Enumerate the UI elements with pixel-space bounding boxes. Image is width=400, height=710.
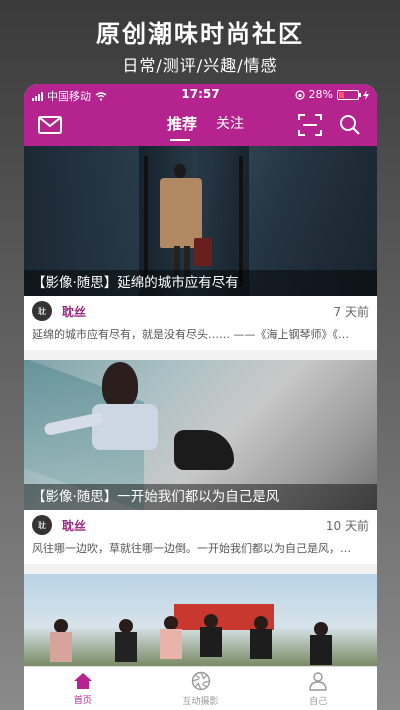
tab-recommend[interactable]: 推荐: [167, 113, 197, 134]
nav-home[interactable]: 首页: [24, 667, 142, 710]
nav-interactive-photography-label: 互动摄影: [182, 696, 219, 707]
tab-following[interactable]: 关注: [216, 113, 244, 133]
battery-percent: 28%: [308, 88, 333, 101]
post-image: 【影像·随思】一开始我们都以为自己是风: [24, 360, 377, 510]
scan-icon[interactable]: [296, 112, 324, 138]
post-meta: 耽 耽丝 10 天前: [24, 510, 377, 540]
post-excerpt: 延绵的城市应有尽有，就是没有尽头…… ——《海上钢琴师》《…: [32, 328, 349, 341]
user-icon: [309, 671, 327, 691]
post-caption: 【影像·随思】延绵的城市应有尽有: [24, 270, 377, 296]
status-bar: 中国移动 17:57 28%: [24, 84, 377, 104]
promo-title: 原创潮味时尚社区: [96, 20, 304, 48]
author-name[interactable]: 耽丝: [62, 517, 86, 534]
nav-interactive-photography[interactable]: 互动摄影: [142, 667, 260, 710]
nav-home-label: 首页: [73, 695, 92, 706]
post-caption: 【影像·随思】一开始我们都以为自己是风: [24, 484, 377, 510]
home-icon: [73, 672, 92, 689]
promo-subtitle: 日常/测评/兴趣/情感: [122, 56, 278, 75]
post-time: 7 天前: [333, 305, 369, 319]
tab-active-indicator: [170, 139, 190, 141]
nav-me-label: 自己: [309, 696, 328, 707]
app-header: 中国移动 17:57 28% 推荐 关注: [24, 84, 377, 146]
nav-row: 推荐 关注: [24, 108, 377, 144]
post-image: 【影像·随思】延绵的城市应有尽有: [24, 146, 377, 296]
feed-card[interactable]: 【影像·随思】延绵的城市应有尽有 耽 耽丝 7 天前 延绵的城市应有尽有，就是没…: [24, 146, 377, 350]
search-icon[interactable]: [336, 112, 364, 138]
post-time: 10 天前: [325, 519, 369, 533]
charging-icon: [363, 89, 369, 100]
nav-me[interactable]: 自己: [259, 667, 377, 710]
avatar[interactable]: 耽: [32, 515, 52, 535]
post-excerpt: 风往哪一边吹，草就往哪一边倒。一开始我们都以为自己是风，…: [32, 542, 351, 555]
lock-rotation-icon: [294, 89, 305, 100]
phone-screen: 中国移动 17:57 28% 推荐 关注 【影像·随思】延绵的城市应有尽有 耽 …: [24, 84, 377, 710]
feed-card[interactable]: 【影像·随思】一开始我们都以为自己是风 耽 耽丝 10 天前 风往哪一边吹，草就…: [24, 360, 377, 564]
post-meta: 耽 耽丝 7 天前: [24, 296, 377, 326]
battery-icon: [337, 89, 361, 100]
aperture-icon: [191, 671, 210, 690]
bottom-tab-bar: 首页 互动摄影 自己: [24, 666, 377, 710]
avatar[interactable]: 耽: [32, 301, 52, 321]
mail-icon[interactable]: [36, 112, 64, 138]
author-name[interactable]: 耽丝: [62, 303, 86, 320]
feed-list: 【影像·随思】延绵的城市应有尽有 耽 耽丝 7 天前 延绵的城市应有尽有，就是没…: [24, 146, 377, 710]
